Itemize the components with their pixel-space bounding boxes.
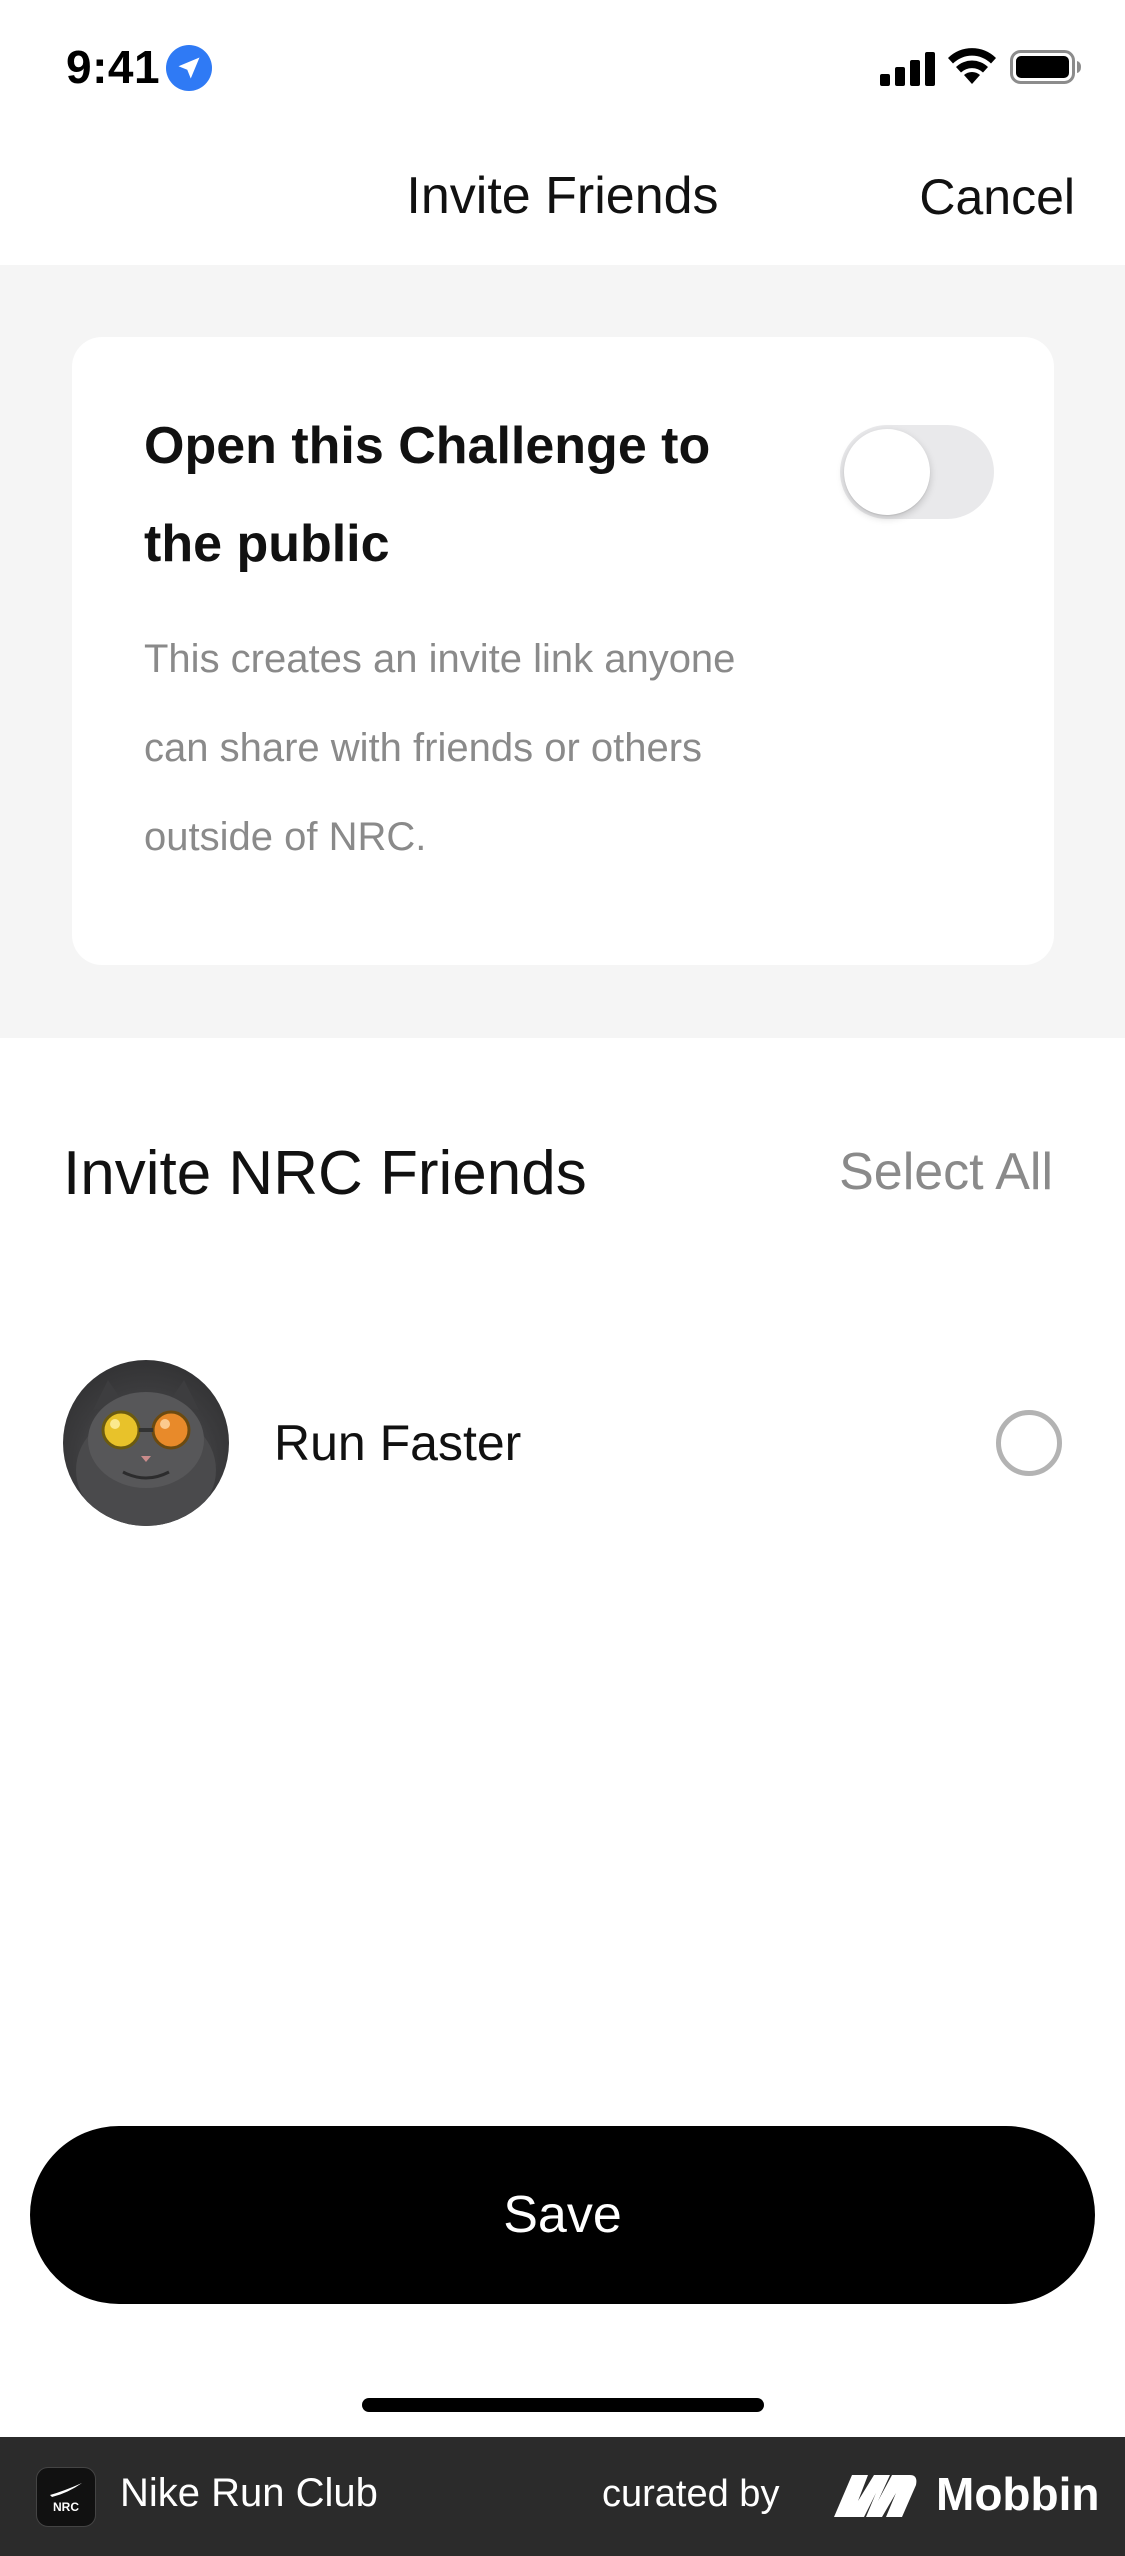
mobbin-brand-name: Mobbin	[936, 2468, 1100, 2520]
invite-friends-heading: Invite NRC Friends	[63, 1139, 587, 1208]
app-icon-text: NRC	[53, 2500, 79, 2514]
status-bar: 9:41	[0, 0, 1125, 130]
public-challenge-title: Open this Challenge to the public	[144, 417, 711, 573]
status-time: 9:41	[66, 41, 161, 93]
wifi-icon	[948, 48, 996, 84]
public-challenge-card: Open this Challenge to the public This c…	[72, 337, 1054, 965]
cancel-button[interactable]: Cancel	[919, 168, 1075, 226]
friend-select-radio[interactable]	[996, 1410, 1062, 1476]
public-challenge-description: This creates an invite link anyone can s…	[144, 637, 736, 859]
friend-list-item[interactable]: Run Faster	[0, 1350, 1125, 1540]
curated-by-label: curated by	[602, 2473, 780, 2515]
home-indicator	[362, 2398, 764, 2412]
friend-avatar	[63, 1360, 229, 1526]
location-arrow-icon	[166, 45, 212, 91]
cat-avatar-icon	[76, 1380, 216, 1526]
navigation-bar: Invite Friends Cancel	[0, 130, 1125, 265]
mobbin-logo-icon	[834, 2475, 917, 2517]
footer-bar: NRC Nike Run Club curated by Mobbin	[0, 2437, 1125, 2556]
nrc-app-icon: NRC	[36, 2467, 96, 2527]
friend-name: Run Faster	[274, 1415, 522, 1471]
public-challenge-toggle[interactable]	[840, 425, 994, 519]
battery-icon	[1010, 50, 1081, 84]
toggle-knob	[844, 429, 930, 515]
select-all-button[interactable]: Select All	[839, 1142, 1053, 1202]
save-button[interactable]: Save	[30, 2126, 1095, 2304]
cellular-signal-icon	[880, 52, 935, 86]
public-challenge-section: Open this Challenge to the public This c…	[0, 265, 1125, 1038]
invite-friends-screen: 9:41 Invite Friends Cancel Open this Cha…	[0, 0, 1125, 2556]
footer-app-name: Nike Run Club	[120, 2471, 378, 2515]
save-button-label: Save	[503, 2186, 622, 2244]
